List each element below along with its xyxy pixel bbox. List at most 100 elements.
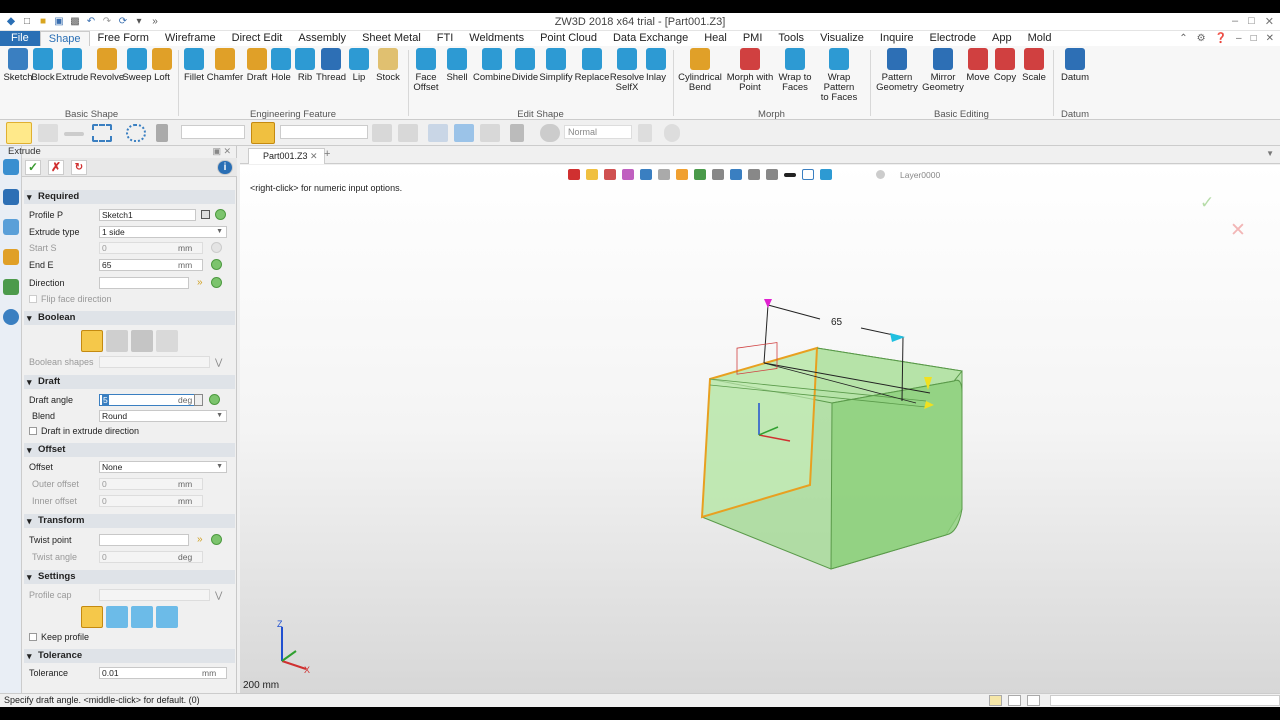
help-icon[interactable]: ❓ (1215, 31, 1227, 46)
doc-restore-icon[interactable]: □ (1251, 31, 1257, 46)
tree-manager-icon[interactable] (2, 219, 19, 235)
panel-pin-close-icon[interactable]: ▣ ✕ (212, 146, 231, 157)
draft-spin-icon[interactable] (194, 394, 203, 406)
select-pointer-icon[interactable] (6, 122, 32, 144)
cap-both-icon[interactable] (81, 606, 103, 628)
dim-arrow-magenta[interactable] (764, 299, 772, 308)
active-select-mode-icon[interactable] (251, 122, 275, 144)
cap-none-icon[interactable] (156, 606, 178, 628)
status-input-box[interactable] (1050, 695, 1280, 706)
menu-tab-shape[interactable]: Shape (39, 31, 90, 46)
required-section-header[interactable]: Required (24, 190, 235, 204)
twist-point-pick-icon[interactable]: » (197, 533, 203, 547)
pick-filter-icon-5[interactable] (480, 124, 500, 142)
cursor-icon[interactable] (510, 124, 524, 142)
cancel-button[interactable]: ✗ (48, 160, 64, 175)
boolean-shapes-expand-icon[interactable]: ⋁ (215, 355, 222, 369)
boolean-add-icon[interactable] (106, 330, 128, 352)
info-icon[interactable]: i (217, 160, 233, 175)
assembly-manager-icon[interactable] (2, 189, 19, 205)
menu-tab-fti[interactable]: FTI (429, 31, 462, 46)
filter-icon[interactable] (156, 124, 168, 142)
menu-tab-visualize[interactable]: Visualize (812, 31, 872, 46)
flip-checkbox[interactable] (29, 295, 37, 303)
selection-combo[interactable] (280, 125, 368, 139)
start-field[interactable]: 0 mm (99, 242, 203, 254)
menu-tab-free-form[interactable]: Free Form (90, 31, 157, 46)
ribbon-pattern-geometry-button[interactable]: Pattern Geometry (873, 48, 921, 93)
pick-filter-icon-3[interactable] (428, 124, 448, 142)
boolean-shapes-field[interactable] (99, 356, 210, 368)
profile-field[interactable]: Sketch1 (99, 209, 196, 221)
draft-extrude-checkbox[interactable] (29, 427, 37, 435)
ribbon-wrap-to-faces-button[interactable]: Wrap to Faces (771, 48, 819, 93)
status-filter-icon[interactable] (989, 695, 1002, 706)
boolean-remove-icon[interactable] (131, 330, 153, 352)
pointer-option-icon[interactable] (638, 124, 652, 142)
pick-filter-icon-1[interactable] (372, 124, 392, 142)
menu-tab-pmi[interactable]: PMI (735, 31, 771, 46)
boolean-base-icon[interactable] (81, 330, 103, 352)
draft-section-header[interactable]: Draft (24, 375, 235, 389)
cap-start-icon[interactable] (106, 606, 128, 628)
display-mode-combo[interactable]: Normal (564, 125, 632, 139)
3d-viewport[interactable]: Layer0000 <right-click> for numeric inpu… (240, 165, 1280, 693)
line-filter-icon[interactable] (64, 132, 84, 136)
profile-cap-expand-icon[interactable]: ⋁ (215, 588, 222, 602)
end-field[interactable]: 65 mm (99, 259, 203, 271)
tolerance-section-header[interactable]: Tolerance (24, 649, 235, 663)
menu-tab-wireframe[interactable]: Wireframe (157, 31, 224, 46)
extrude-type-select[interactable]: 1 side ▼ (99, 226, 227, 238)
menu-tab-inquire[interactable]: Inquire (872, 31, 922, 46)
menu-tab-weldments[interactable]: Weldments (461, 31, 532, 46)
gear-option-icon[interactable] (664, 124, 680, 142)
menu-tab-sheet-metal[interactable]: Sheet Metal (354, 31, 429, 46)
ribbon-cylindrical-bend-button[interactable]: Cylindrical Bend (676, 48, 724, 93)
settings-gear-icon[interactable]: ⚙ (1197, 31, 1206, 46)
menu-tab-tools[interactable]: Tools (770, 31, 812, 46)
direction-field[interactable] (99, 277, 189, 289)
doc-minimize-icon[interactable]: – (1236, 31, 1242, 46)
orientation-icon[interactable] (540, 124, 560, 142)
outer-offset-field[interactable]: 0 mm (99, 478, 203, 490)
keep-profile-checkbox[interactable] (29, 633, 37, 641)
new-tab-icon[interactable]: + (324, 148, 330, 160)
lasso-select-icon[interactable] (126, 124, 146, 142)
twist-angle-field[interactable]: 0 deg (99, 551, 203, 563)
ribbon-wrap-pattern-to-faces-button[interactable]: Wrap Pattern to Faces (815, 48, 863, 103)
ribbon-collapse-icon[interactable]: ⌃ (1179, 31, 1187, 46)
add-snap-icon[interactable] (38, 124, 58, 142)
apply-button[interactable]: ↻ (71, 160, 87, 175)
boolean-intersect-icon[interactable] (156, 330, 178, 352)
pick-filter-icon-2[interactable] (398, 124, 418, 142)
ribbon-datum-button[interactable]: Datum (1051, 48, 1099, 83)
filter-combo[interactable] (181, 125, 245, 139)
menu-tab-file[interactable]: File (0, 31, 40, 46)
draft-angle-field[interactable]: 5 deg (99, 394, 203, 406)
direction-option-icon[interactable] (211, 277, 222, 288)
ok-button[interactable]: ✓ (25, 160, 41, 175)
menu-tab-data-exchange[interactable]: Data Exchange (605, 31, 696, 46)
profile-sketch-icon[interactable] (215, 209, 226, 220)
menu-tab-point-cloud[interactable]: Point Cloud (532, 31, 605, 46)
tab-list-icon[interactable]: ▼ (1266, 149, 1274, 158)
menu-tab-assembly[interactable]: Assembly (290, 31, 354, 46)
close-icon[interactable]: ✕ (1265, 15, 1274, 28)
ribbon-morph-with-point-button[interactable]: Morph with Point (726, 48, 774, 93)
menu-tab-app[interactable]: App (984, 31, 1020, 46)
tolerance-field[interactable]: 0.01 mm (99, 667, 227, 679)
direction-pick-icon[interactable]: » (197, 276, 203, 290)
menu-tab-mold[interactable]: Mold (1020, 31, 1060, 46)
start-option-icon[interactable] (211, 242, 222, 253)
inner-offset-field[interactable]: 0 mm (99, 495, 203, 507)
blend-select[interactable]: Round ▼ (99, 410, 227, 422)
twist-point-field[interactable] (99, 534, 189, 546)
layer-manager-icon[interactable] (2, 279, 19, 295)
cap-end-icon[interactable] (131, 606, 153, 628)
menu-tab-heal[interactable]: Heal (696, 31, 735, 46)
settings-section-header[interactable]: Settings (24, 570, 235, 584)
twist-point-option-icon[interactable] (211, 534, 222, 545)
user-manager-icon[interactable] (2, 309, 19, 325)
menu-tab-direct-edit[interactable]: Direct Edit (224, 31, 291, 46)
transform-section-header[interactable]: Transform (24, 514, 235, 528)
